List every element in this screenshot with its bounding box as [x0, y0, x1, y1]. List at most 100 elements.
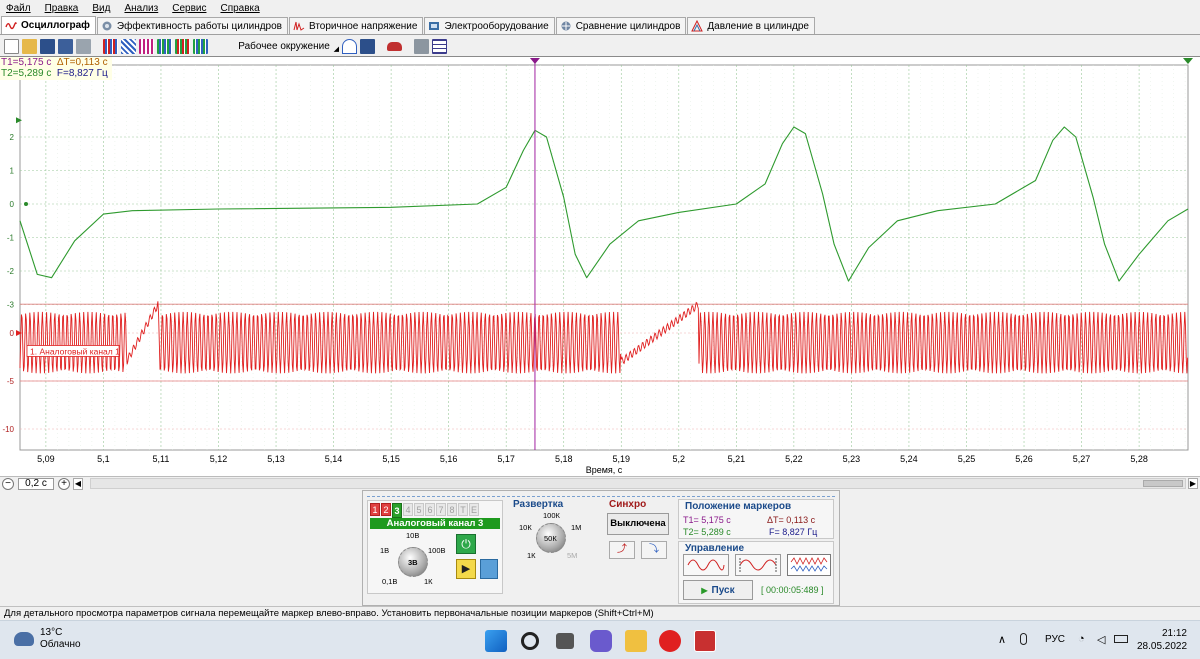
- x-tick-label: 5,1: [97, 454, 110, 464]
- channel-t-button[interactable]: T: [458, 503, 468, 516]
- clock[interactable]: 21:12 28.05.2022: [1137, 627, 1187, 653]
- plot-frame: [19, 64, 1189, 451]
- menu-edit[interactable]: Правка: [45, 3, 79, 14]
- signal-green-red-icon[interactable]: [175, 38, 190, 54]
- channel-6-button[interactable]: 6: [425, 503, 435, 516]
- green-y-tick-label: 1: [10, 167, 15, 176]
- x-tick-label: 5,22: [785, 454, 803, 464]
- scroll-left-button[interactable]: ◀: [73, 477, 83, 490]
- channel-e-button[interactable]: E: [469, 503, 479, 516]
- task-view-icon[interactable]: [556, 633, 574, 649]
- marker-t2-handle: [1183, 58, 1193, 64]
- tab-label: Вторичное напряжение: [309, 20, 418, 32]
- microphone-icon[interactable]: [1020, 633, 1027, 645]
- x-tick-label: 5,19: [612, 454, 630, 464]
- panel-marker-dt: ΔT= 0,113 c: [767, 515, 816, 525]
- sync-falling-edge-button[interactable]: ⤵: [641, 541, 667, 559]
- zoom-value[interactable]: 0,2 с: [18, 477, 54, 490]
- sine-icon: [687, 559, 725, 571]
- signal-red-blue-icon[interactable]: [103, 38, 118, 54]
- power-button[interactable]: ⏻: [456, 534, 476, 554]
- range-label-10v: 10В: [406, 531, 420, 540]
- tab-cylinder-compare[interactable]: Сравнение цилиндров: [555, 17, 687, 34]
- windows-start-icon[interactable]: [485, 630, 507, 652]
- save-as-icon[interactable]: [58, 38, 73, 54]
- horizontal-scrollbar[interactable]: [90, 478, 1186, 489]
- oscilloscope-app-icon[interactable]: [694, 630, 716, 652]
- x-tick-label: 5,27: [1073, 454, 1091, 464]
- x-tick-label: 5,11: [153, 454, 170, 464]
- scrollbar-thumb[interactable]: [1143, 480, 1183, 487]
- environment-dropdown[interactable]: Рабочее окружение ◢: [229, 38, 339, 54]
- x-tick-label: 5,2: [673, 454, 686, 464]
- network-icon[interactable]: [414, 38, 429, 54]
- channel-8-button[interactable]: 8: [447, 503, 457, 516]
- search-icon[interactable]: [521, 632, 539, 650]
- mode-multi-signal-button[interactable]: [787, 554, 831, 576]
- channel-7-button[interactable]: 7: [436, 503, 446, 516]
- yandex-browser-icon[interactable]: [659, 630, 681, 652]
- chevron-up-icon[interactable]: ∧: [998, 633, 1006, 646]
- new-file-icon[interactable]: [4, 38, 19, 54]
- save-icon[interactable]: [40, 38, 55, 54]
- signal-green-icon[interactable]: [157, 38, 172, 54]
- zoom-out-button[interactable]: −: [2, 477, 14, 490]
- tab-electrical[interactable]: Электрооборудование: [424, 17, 555, 34]
- windows-taskbar: 13°C Облачно ∧ РУС ◔ ◁ 21:12 28.05.2022: [0, 620, 1200, 659]
- clock-time: 21:12: [1161, 628, 1187, 639]
- channel-2-button[interactable]: 2: [381, 503, 391, 516]
- marker-t1: T1=5,175 c: [1, 57, 52, 68]
- open-folder-icon[interactable]: [22, 38, 37, 54]
- menu-bar: Файл Правка Вид Анализ Сервис Справка: [0, 0, 1200, 17]
- mode-sine-with-range-button[interactable]: [735, 554, 781, 576]
- wifi-icon[interactable]: ◔: [1078, 633, 1085, 645]
- oscilloscope-plot[interactable]: 5,09 5,1 5,11 5,12 5,13 5,14 5,15 5,16 5,17 5,18 5…: [0, 57, 1200, 477]
- menu-help[interactable]: Справка: [220, 3, 259, 14]
- channel-group: 1 2 3 4 5 6 7 8 T E Аналоговый канал 3 1…: [367, 500, 503, 594]
- car-icon[interactable]: [387, 41, 402, 51]
- undo-icon[interactable]: [342, 38, 357, 54]
- channel-5-button[interactable]: 5: [414, 503, 424, 516]
- menu-service[interactable]: Сервис: [172, 3, 206, 14]
- x-tick-label: 5,26: [1015, 454, 1033, 464]
- tab-cylinder-pressure[interactable]: Давление в цилиндре: [687, 17, 815, 34]
- tab-cylinder-efficiency[interactable]: Эффективность работы цилиндров: [96, 17, 288, 34]
- x-tick-label: 5,13: [267, 454, 285, 464]
- sync-title: Синхро: [609, 499, 647, 510]
- channel-1-button[interactable]: 1: [370, 503, 380, 516]
- multi-signal-icon: [790, 557, 828, 572]
- start-button[interactable]: ▶ Пуск: [683, 580, 753, 600]
- menu-view[interactable]: Вид: [92, 3, 110, 14]
- calculator-icon[interactable]: [480, 559, 498, 579]
- signal-cross-icon[interactable]: [121, 38, 136, 54]
- zoom-in-button[interactable]: +: [58, 477, 70, 490]
- menu-file[interactable]: Файл: [6, 3, 31, 14]
- signal-green-blue-icon[interactable]: [193, 38, 208, 54]
- channel-3-button[interactable]: 3: [392, 503, 402, 518]
- play-icon[interactable]: ▶: [456, 559, 476, 579]
- x-tick-label: 5,23: [843, 454, 861, 464]
- oscilloscope-chart[interactable]: 5,09 5,1 5,11 5,12 5,13 5,14 5,15 5,16 5,17 5,18 5…: [0, 56, 1200, 476]
- weather-desc: Облачно: [40, 639, 81, 650]
- signal-infinity-icon[interactable]: [139, 38, 154, 54]
- tab-secondary-voltage[interactable]: Вторичное напряжение: [289, 17, 424, 34]
- grid-icon[interactable]: [432, 38, 447, 54]
- channel-4-button[interactable]: 4: [403, 503, 413, 516]
- chat-icon[interactable]: [590, 630, 612, 652]
- battery-icon[interactable]: [1114, 635, 1128, 643]
- volume-icon[interactable]: ◁: [1097, 633, 1105, 646]
- sine-range-icon: [739, 558, 777, 572]
- print-icon[interactable]: [76, 38, 91, 54]
- language-indicator[interactable]: РУС: [1045, 634, 1065, 645]
- menu-analysis[interactable]: Анализ: [124, 3, 158, 14]
- save-environment-icon[interactable]: [360, 38, 375, 54]
- scroll-right-button[interactable]: ▶: [1188, 478, 1198, 489]
- mode-single-sine-button[interactable]: [683, 554, 729, 576]
- tab-oscilloscope[interactable]: Осциллограф: [1, 16, 96, 34]
- sync-rising-edge-button[interactable]: ⤴: [609, 541, 635, 559]
- sync-state-button[interactable]: Выключена: [607, 513, 669, 535]
- electrical-equipment-icon: [429, 22, 440, 30]
- weather-widget[interactable]: 13°C Облачно: [14, 627, 81, 651]
- file-explorer-icon[interactable]: [625, 630, 647, 652]
- x-tick-label: 5,24: [900, 454, 918, 464]
